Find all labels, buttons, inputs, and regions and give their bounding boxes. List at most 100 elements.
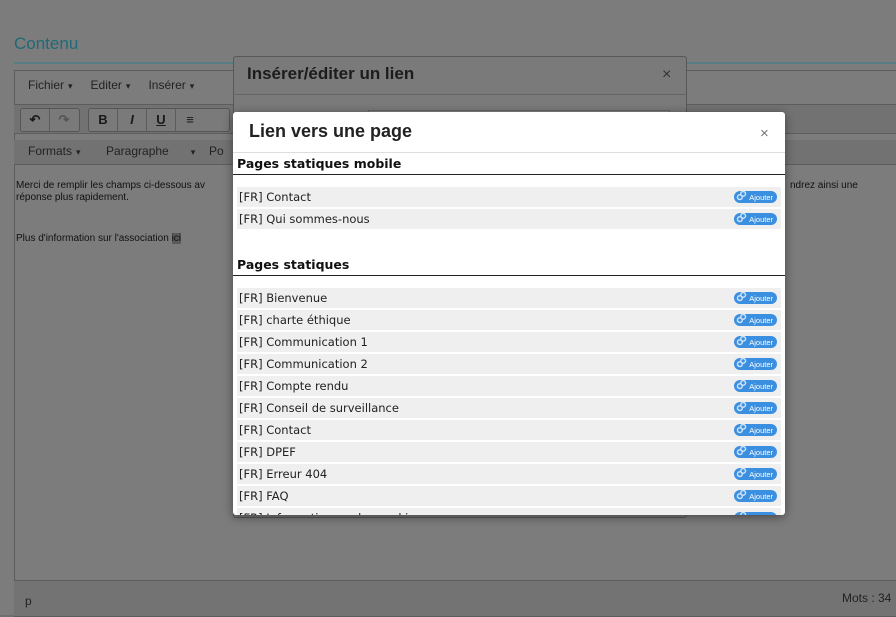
page-row[interactable]: [FR] Compte rendu Ajouter	[237, 376, 781, 396]
link-dialog-close-icon[interactable]: ×	[662, 66, 671, 84]
close-icon[interactable]: ×	[760, 125, 769, 142]
italic-button[interactable]: I	[118, 109, 147, 131]
page-name: [FR] Bienvenue	[239, 291, 328, 305]
format-group: B I U ≡	[88, 108, 230, 132]
add-button-label: Ajouter	[749, 514, 773, 516]
element-path[interactable]: p	[25, 594, 32, 608]
page-row[interactable]: [FR] charte éthique Ajouter	[237, 310, 781, 330]
chevron-down-icon: ▾	[190, 147, 196, 157]
page-row[interactable]: [FR] Contact Ajouter	[237, 187, 781, 207]
undo-button[interactable]: ↶	[21, 109, 50, 131]
page-name: [FR] FAQ	[239, 489, 289, 503]
underline-button[interactable]: U	[147, 109, 176, 131]
content-line: Merci de remplir les champs ci-dessous a…	[16, 180, 205, 191]
link-icon	[736, 311, 749, 329]
page-row[interactable]: [FR] DPEF Ajouter	[237, 442, 781, 462]
word-count: Mots : 34	[842, 591, 892, 605]
page-row[interactable]: [FR] Qui sommes-nous Ajouter	[237, 209, 781, 229]
add-button-label: Ajouter	[749, 469, 773, 479]
add-page-button[interactable]: Ajouter	[734, 311, 777, 329]
content-line: réponse plus rapidement.	[16, 192, 129, 203]
add-page-button[interactable]: Ajouter	[734, 443, 777, 461]
page-row[interactable]: [FR] Erreur 404 Ajouter	[237, 464, 781, 484]
page-row[interactable]: [FR] Information sur les cookies Ajouter	[237, 508, 781, 515]
add-page-button[interactable]: Ajouter	[734, 509, 777, 516]
page-name: [FR] DPEF	[239, 445, 296, 459]
add-page-button[interactable]: Ajouter	[734, 210, 777, 228]
add-button-label: Ajouter	[749, 425, 773, 435]
paragraph-dropdown[interactable]: Paragraphe ▾	[106, 144, 195, 158]
link-icon	[736, 210, 749, 228]
page-title: Contenu	[14, 34, 79, 53]
page-row[interactable]: [FR] Conseil de surveillance Ajouter	[237, 398, 781, 418]
section-heading: Pages statiques mobile	[237, 156, 402, 171]
status-bar	[14, 580, 896, 616]
chevron-down-icon: ▾	[189, 81, 195, 91]
link-icon	[736, 377, 749, 395]
link-icon	[736, 465, 749, 483]
chevron-down-icon: ▾	[68, 81, 73, 91]
content-text: Plus d'information sur l'association	[16, 233, 172, 244]
font-dropdown[interactable]: Po	[209, 144, 224, 158]
link-icon	[736, 487, 749, 505]
page-name: [FR] Communication 2	[239, 357, 368, 371]
page-row[interactable]: [FR] Communication 2 Ajouter	[237, 354, 781, 374]
link-icon	[736, 509, 749, 515]
add-button-label: Ajouter	[749, 403, 773, 413]
add-button-label: Ajouter	[749, 293, 773, 303]
link-icon	[736, 333, 749, 351]
add-button-label: Ajouter	[749, 315, 773, 325]
add-page-button[interactable]: Ajouter	[734, 289, 777, 307]
page-row[interactable]: [FR] FAQ Ajouter	[237, 486, 781, 506]
chevron-down-icon: ▾	[125, 81, 131, 91]
add-page-button[interactable]: Ajouter	[734, 401, 777, 414]
link-icon	[736, 188, 749, 206]
link-icon	[736, 289, 749, 307]
menu-inserer[interactable]: Insérer ▾	[148, 78, 194, 98]
page-name: [FR] Qui sommes-nous	[239, 212, 370, 226]
page-name: [FR] charte éthique	[239, 313, 351, 327]
add-page-button[interactable]: Ajouter	[734, 188, 777, 206]
page-row[interactable]: [FR] Communication 1 Ajouter	[237, 332, 781, 352]
editor-menubar: Fichier ▾ Editer ▾ Insérer ▾	[14, 78, 194, 98]
add-page-button[interactable]: Ajouter	[734, 355, 777, 373]
section-heading: Pages statiques	[237, 257, 350, 272]
add-page-button[interactable]: Ajouter	[734, 377, 777, 395]
add-button-label: Ajouter	[749, 214, 773, 224]
add-page-button[interactable]: Ajouter	[734, 333, 777, 351]
page-picker-title: Lien vers une page	[249, 121, 413, 141]
content-link[interactable]: ici	[171, 233, 182, 244]
link-icon	[736, 355, 749, 373]
page-name: [FR] Communication 1	[239, 335, 368, 349]
section-divider	[233, 275, 785, 276]
page-name: [FR] Compte rendu	[239, 379, 349, 393]
page-name: [FR] Erreur 404	[239, 467, 328, 481]
menu-fichier[interactable]: Fichier ▾	[28, 78, 73, 98]
page-row[interactable]: [FR] Bienvenue Ajouter	[237, 288, 781, 308]
section-divider	[233, 174, 785, 175]
bold-button[interactable]: B	[89, 109, 118, 131]
link-dialog-title: Insérer/éditer un lien	[247, 64, 415, 83]
content-line: Plus d'information sur l'association ici	[16, 233, 182, 245]
redo-button[interactable]: ↷	[50, 109, 78, 131]
add-button-label: Ajouter	[749, 337, 773, 347]
add-page-button[interactable]: Ajouter	[734, 487, 777, 505]
add-page-button[interactable]: Ajouter	[734, 465, 777, 483]
formats-dropdown[interactable]: Formats ▾	[28, 144, 81, 158]
content-line: ndrez ainsi une	[790, 180, 858, 191]
page-name: [FR] Contact	[239, 190, 311, 204]
history-group: ↶ ↷	[20, 108, 80, 132]
add-button-label: Ajouter	[749, 447, 773, 457]
add-button-label: Ajouter	[749, 491, 773, 501]
page-row[interactable]: [FR] Contact Ajouter	[237, 420, 781, 440]
link-icon	[736, 443, 749, 461]
add-page-button[interactable]: Ajouter	[734, 421, 777, 439]
align-left-button[interactable]: ≡	[176, 109, 204, 131]
dialog-header-divider	[233, 152, 785, 153]
link-icon	[736, 421, 749, 439]
add-button-label: Ajouter	[749, 192, 773, 202]
chevron-down-icon: ▾	[76, 147, 81, 157]
menu-editer[interactable]: Editer ▾	[91, 78, 131, 98]
add-button-label: Ajouter	[749, 381, 773, 391]
page-name: [FR] Information sur les cookies	[237, 511, 421, 515]
